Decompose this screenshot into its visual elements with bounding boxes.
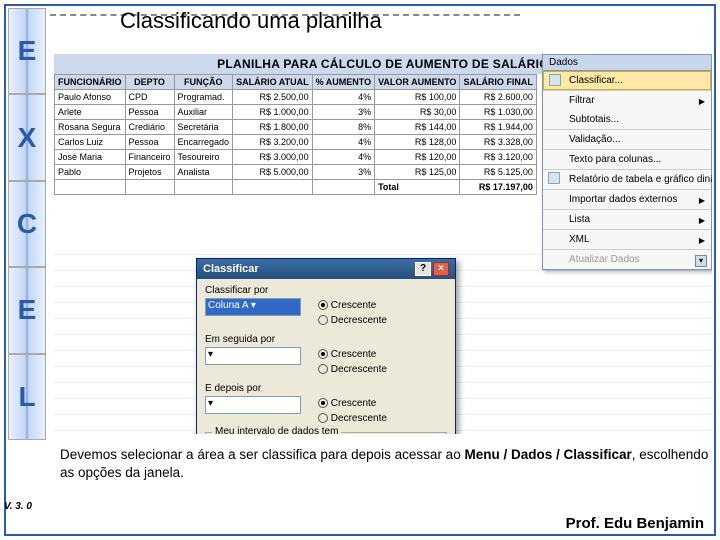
col-header[interactable]: SALÁRIO FINAL	[460, 75, 537, 90]
menu-expand-icon[interactable]: ▾	[695, 255, 707, 267]
version-label: V. 3. 0	[4, 501, 32, 512]
close-button[interactable]: ×	[433, 262, 449, 276]
table-row[interactable]: PabloProjetosAnalistaR$ 5.000,003%R$ 125…	[55, 165, 537, 180]
table-row[interactable]: ArletePessoaAuxiliarR$ 1.000,003%R$ 30,0…	[55, 105, 537, 120]
sort-icon	[549, 74, 561, 86]
col-header[interactable]: VALOR AUMENTO	[375, 75, 460, 90]
col-header[interactable]: FUNÇÃO	[174, 75, 233, 90]
chevron-right-icon: ▶	[699, 214, 705, 227]
menu-item-filtrar[interactable]: Filtrar▶	[543, 90, 711, 110]
table-row[interactable]: José MariaFinanceiroTesoureiroR$ 3.000,0…	[55, 150, 537, 165]
menu-item-validacao[interactable]: Validação...	[543, 129, 711, 149]
menu-item-classificar[interactable]: Classificar...	[543, 71, 711, 90]
chevron-right-icon: ▶	[699, 234, 705, 247]
slide-title: Classificando uma planilha	[120, 8, 382, 34]
sort-by-label: Classificar por	[205, 285, 447, 296]
menu-item-xml[interactable]: XML▶	[543, 229, 711, 249]
then-by2-label: E depois por	[205, 383, 447, 394]
range-legend: Meu intervalo de dados tem	[212, 426, 341, 434]
radio-desc2[interactable]	[318, 364, 328, 374]
menu-item-atualizar: Atualizar Dados	[543, 249, 711, 269]
table-row[interactable]: Rosana SeguraCrediárioSecretáriaR$ 1.800…	[55, 120, 537, 135]
side-letter: X	[8, 94, 46, 180]
sort-by-select[interactable]: Coluna A ▾	[205, 298, 301, 316]
data-menu[interactable]: Dados Classificar... Filtrar▶ Subtotais.…	[542, 54, 712, 270]
radio-desc3[interactable]	[318, 413, 328, 423]
radio-asc[interactable]	[318, 300, 328, 310]
pivot-icon	[548, 172, 560, 184]
side-letter: E	[8, 8, 46, 94]
radio-asc2[interactable]	[318, 349, 328, 359]
side-letter: E	[8, 267, 46, 353]
salary-table[interactable]: FUNCIONÁRIO DEPTO FUNÇÃO SALÁRIO ATUAL %…	[54, 74, 537, 195]
menu-item-importar[interactable]: Importar dados externos▶	[543, 189, 711, 209]
menu-item-pivot[interactable]: Relatório de tabela e gráfico dinâmicos.…	[543, 169, 711, 189]
menu-item-texto-colunas[interactable]: Texto para colunas...	[543, 149, 711, 169]
menu-item-subtotais[interactable]: Subtotais...	[543, 110, 711, 129]
table-row[interactable]: Paulo AfonsoCPDProgramad.R$ 2.500,004%R$…	[55, 90, 537, 105]
side-letter: C	[8, 181, 46, 267]
spreadsheet-area: PLANILHA PARA CÁLCULO DE AUMENTO DE SALÁ…	[54, 54, 712, 434]
then-by-select[interactable]: ▾	[205, 347, 301, 365]
col-header[interactable]: FUNCIONÁRIO	[55, 75, 126, 90]
col-header[interactable]: SALÁRIO ATUAL	[233, 75, 313, 90]
sort-dialog[interactable]: Classificar ? × Classificar por Coluna A…	[196, 258, 456, 434]
professor-label: Prof. Edu Benjamin	[566, 515, 704, 532]
menu-item-lista[interactable]: Lista▶	[543, 209, 711, 229]
col-header[interactable]: DEPTO	[125, 75, 174, 90]
chevron-right-icon: ▶	[699, 95, 705, 108]
col-header[interactable]: % AUMENTO	[312, 75, 375, 90]
then-by-label: Em seguida por	[205, 334, 447, 345]
side-letter: L	[8, 354, 46, 440]
side-letter-bar: E X C E L	[8, 8, 46, 440]
then-by2-select[interactable]: ▾	[205, 396, 301, 414]
radio-asc3[interactable]	[318, 398, 328, 408]
dialog-title: Classificar	[203, 263, 259, 275]
total-row[interactable]: TotalR$ 17.197,00	[55, 180, 537, 195]
menu-tab-dados[interactable]: Dados	[543, 55, 711, 71]
slide-caption: Devemos selecionar a área a ser classifi…	[60, 446, 710, 482]
dialog-titlebar[interactable]: Classificar ? ×	[197, 259, 455, 279]
table-row[interactable]: Carlos LuizPessoaEncarregadoR$ 3.200,004…	[55, 135, 537, 150]
help-button[interactable]: ?	[415, 262, 431, 276]
radio-desc[interactable]	[318, 315, 328, 325]
chevron-right-icon: ▶	[699, 194, 705, 207]
